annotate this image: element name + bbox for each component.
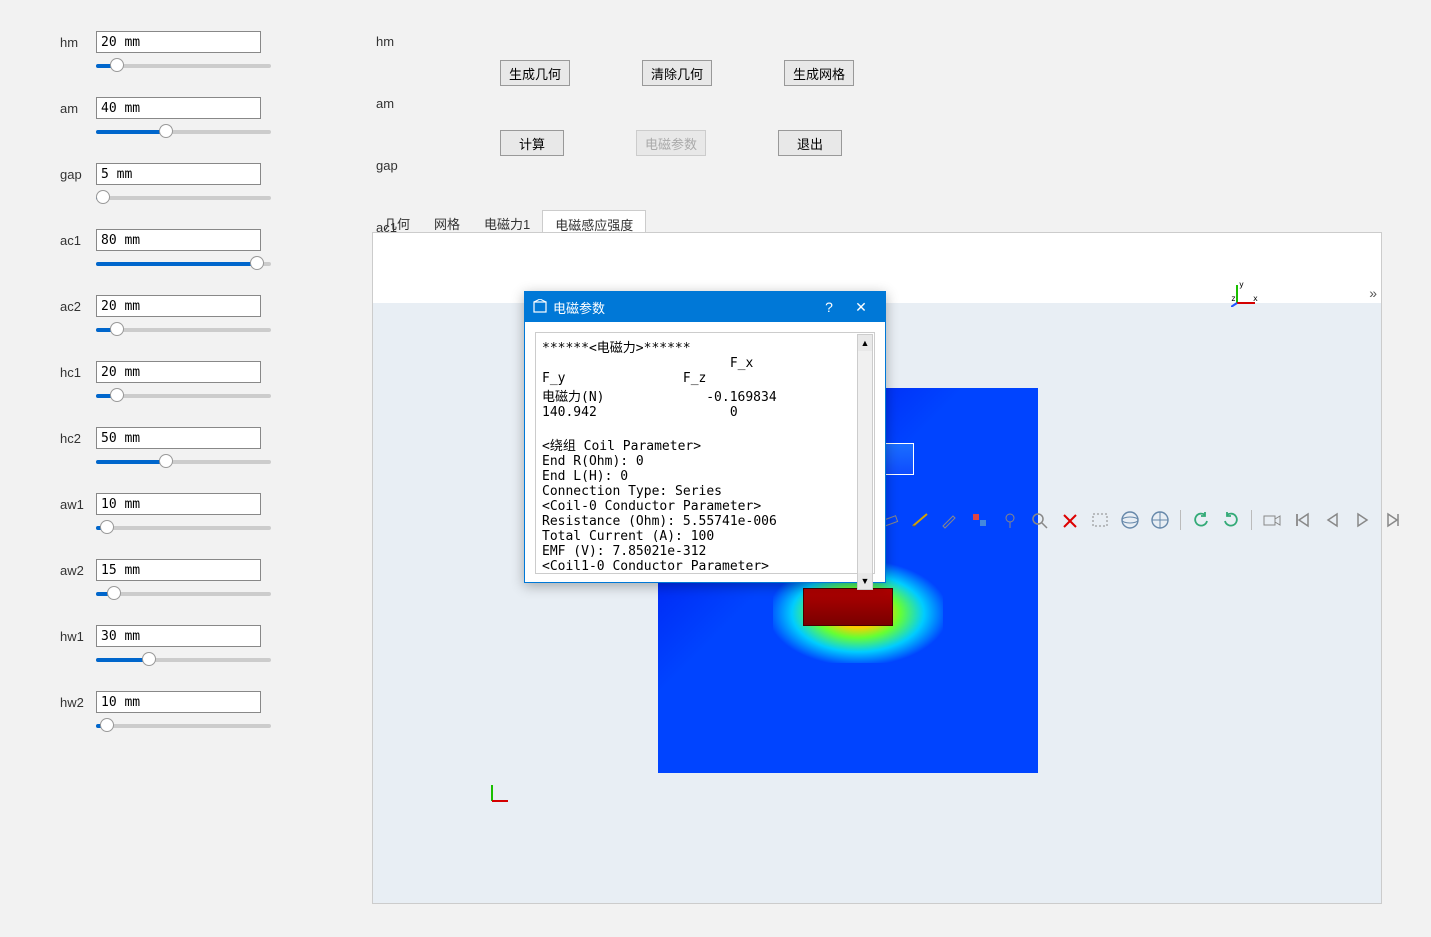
param-slider-gap[interactable]	[96, 190, 271, 210]
axis-gizmo: y x z	[1231, 281, 1261, 310]
param-slider-hw2[interactable]	[96, 718, 271, 738]
location-icon[interactable]	[998, 508, 1022, 532]
viewport-toolbar	[848, 508, 1404, 532]
param-label-hm: hm	[60, 35, 96, 50]
next-icon[interactable]	[1380, 508, 1404, 532]
param-slider-ac1[interactable]	[96, 256, 271, 276]
param-label-hc2: hc2	[60, 431, 96, 446]
dialog-title: 电磁参数	[553, 298, 813, 317]
param-input-aw2[interactable]	[96, 559, 261, 581]
param-input-ac1[interactable]	[96, 229, 261, 251]
param-input-hc1[interactable]	[96, 361, 261, 383]
param-label-aw1: aw1	[60, 497, 96, 512]
param-input-hw1[interactable]	[96, 625, 261, 647]
param-label-am: am	[60, 101, 96, 116]
projection-icon-0[interactable]	[1148, 508, 1172, 532]
cancel-icon[interactable]	[1058, 508, 1082, 532]
zoom-icon[interactable]	[1028, 508, 1052, 532]
projection-icon-1[interactable]	[1118, 508, 1142, 532]
app-icon	[533, 299, 547, 316]
clear-geometry-button[interactable]: 清除几何	[642, 60, 712, 86]
svg-text:y: y	[1239, 281, 1244, 289]
scroll-up-icon[interactable]: ▲	[858, 335, 872, 351]
param-slider-hc2[interactable]	[96, 454, 271, 474]
button-row-2: 计算 电磁参数 退出	[500, 130, 842, 156]
param-label-aw2: aw2	[60, 563, 96, 578]
camera-movie-icon[interactable]	[1260, 508, 1284, 532]
param-label-copy-hm: hm	[376, 34, 394, 49]
refresh-cw-icon[interactable]	[1219, 508, 1243, 532]
axis-indicator-small	[488, 783, 510, 808]
param-label-hc1: hc1	[60, 365, 96, 380]
param-slider-am[interactable]	[96, 124, 271, 144]
svg-text:x: x	[1253, 294, 1258, 303]
generate-mesh-button[interactable]: 生成网格	[784, 60, 854, 86]
param-label-copy-am: am	[376, 96, 394, 111]
param-slider-hw1[interactable]	[96, 652, 271, 672]
param-slider-hm[interactable]	[96, 58, 271, 78]
ruler-icon[interactable]	[908, 508, 932, 532]
svg-text:z: z	[1231, 294, 1236, 303]
geom-box-lower	[803, 588, 893, 626]
param-label-ac2: ac2	[60, 299, 96, 314]
param-label-hw1: hw1	[60, 629, 96, 644]
param-slider-aw1[interactable]	[96, 520, 271, 540]
param-slider-hc1[interactable]	[96, 388, 271, 408]
param-label-ac1: ac1	[60, 233, 96, 248]
param-input-gap[interactable]	[96, 163, 261, 185]
param-label-gap: gap	[60, 167, 96, 182]
prev-icon[interactable]	[1320, 508, 1344, 532]
edit-icon[interactable]	[938, 508, 962, 532]
param-input-hm[interactable]	[96, 31, 261, 53]
param-input-aw1[interactable]	[96, 493, 261, 515]
dialog-text: ******<电磁力>****** F_x F_y F_z 电磁力(N) -0.…	[535, 332, 875, 574]
prev-first-icon[interactable]	[1290, 508, 1314, 532]
dialog-close-button[interactable]: ✕	[845, 299, 877, 316]
dialog-scrollbar[interactable]: ▲ ▼	[857, 334, 873, 590]
param-input-ac2[interactable]	[96, 295, 261, 317]
refresh-ccw-icon[interactable]	[1189, 508, 1213, 532]
dialog-titlebar[interactable]: 电磁参数 ? ✕	[525, 292, 885, 322]
param-input-am[interactable]	[96, 97, 261, 119]
param-label-hw2: hw2	[60, 695, 96, 710]
exit-button[interactable]: 退出	[778, 130, 842, 156]
generate-geometry-button[interactable]: 生成几何	[500, 60, 570, 86]
parameter-panel: hm hmam amgap gapac1 ac1ac2 ac2hc1 hc1hc…	[60, 30, 360, 756]
dialog-body: ******<电磁力>****** F_x F_y F_z 电磁力(N) -0.…	[525, 322, 885, 582]
param-input-hc2[interactable]	[96, 427, 261, 449]
dialog-help-button[interactable]: ?	[813, 299, 845, 315]
em-params-button[interactable]: 电磁参数	[636, 130, 706, 156]
tag-icon[interactable]	[968, 508, 992, 532]
param-label-copy-gap: gap	[376, 158, 398, 173]
scroll-down-icon[interactable]: ▼	[858, 573, 872, 589]
select-rect-icon[interactable]	[1088, 508, 1112, 532]
play-icon[interactable]	[1350, 508, 1374, 532]
compute-button[interactable]: 计算	[500, 130, 564, 156]
param-input-hw2[interactable]	[96, 691, 261, 713]
button-row-1: 生成几何 清除几何 生成网格	[500, 60, 854, 86]
param-slider-ac2[interactable]	[96, 322, 271, 342]
param-slider-aw2[interactable]	[96, 586, 271, 606]
em-params-dialog: 电磁参数 ? ✕ ******<电磁力>****** F_x F_y F_z 电…	[524, 291, 886, 583]
more-icon[interactable]: »	[1369, 285, 1377, 301]
